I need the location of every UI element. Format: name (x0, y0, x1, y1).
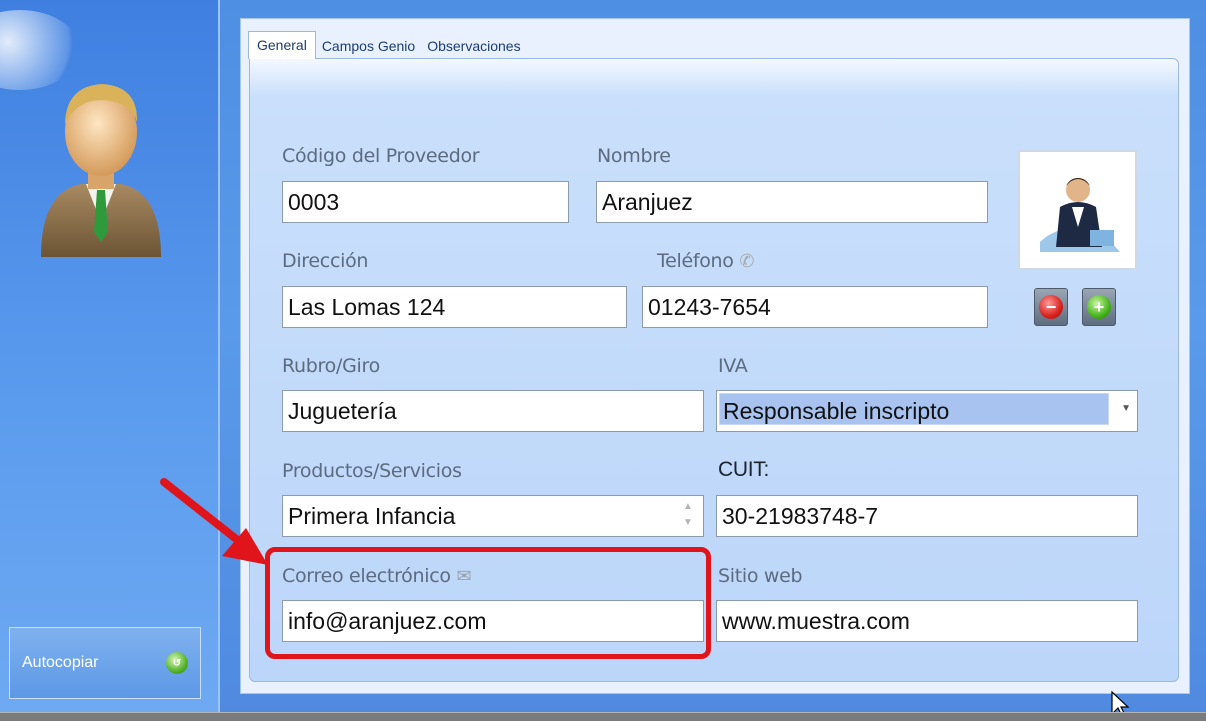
tab-observaciones[interactable]: Observaciones (421, 34, 526, 58)
red-arrow-icon (160, 478, 268, 565)
direccion-input[interactable]: Las Lomas 124 (282, 286, 627, 328)
productos-label: Productos/Servicios (282, 460, 462, 482)
autocopy-button[interactable]: Autocopiar ↺ (9, 627, 201, 699)
email-highlight-box (265, 547, 711, 659)
telefono-input[interactable]: 01243-7654 (642, 286, 988, 328)
cuit-input[interactable]: 30-21983748-7 (716, 495, 1138, 537)
iva-select[interactable]: Responsable inscripto ▼ (716, 390, 1138, 432)
telefono-label: Teléfono ✆ (657, 250, 754, 272)
chevron-down-icon[interactable]: ▼ (1121, 403, 1131, 414)
refresh-icon: ↺ (166, 652, 188, 674)
tab-campos-genio[interactable]: Campos Genio (316, 34, 421, 58)
direccion-label: Dirección (282, 250, 369, 272)
tab-general[interactable]: General (248, 31, 316, 59)
cuit-label: CUIT: (718, 458, 770, 481)
telefono-label-text: Teléfono (657, 250, 734, 272)
scroll-arrows[interactable]: ▲ ▼ (681, 499, 695, 533)
codigo-label: Código del Proveedor (282, 145, 480, 167)
productos-input[interactable]: Primera Infancia ▲ ▼ (282, 495, 704, 537)
iva-selected-value: Responsable inscripto (719, 393, 1109, 425)
sitio-input[interactable]: www.muestra.com (716, 600, 1138, 642)
codigo-input[interactable]: 0003 (282, 181, 569, 223)
rubro-label: Rubro/Giro (282, 355, 380, 377)
user-avatar-icon (41, 84, 161, 257)
rubro-input[interactable]: Juguetería (282, 390, 704, 432)
add-photo-button[interactable]: + (1082, 288, 1116, 326)
sitio-label: Sitio web (718, 565, 803, 587)
businessman-photo-icon (1020, 152, 1135, 268)
supplier-photo[interactable] (1018, 150, 1137, 270)
iva-label: IVA (718, 355, 748, 377)
productos-value: Primera Infancia (288, 503, 456, 529)
left-panel: Autocopiar ↺ (0, 0, 220, 712)
nombre-label: Nombre (597, 145, 671, 167)
minus-icon: − (1039, 295, 1063, 319)
nombre-input[interactable]: Aranjuez (596, 181, 988, 223)
phone-icon: ✆ (739, 251, 755, 272)
remove-photo-button[interactable]: − (1034, 288, 1068, 326)
tab-strip: General Campos Genio Observaciones (248, 30, 527, 59)
plus-icon: + (1087, 295, 1111, 319)
autocopy-label: Autocopiar (22, 654, 99, 671)
